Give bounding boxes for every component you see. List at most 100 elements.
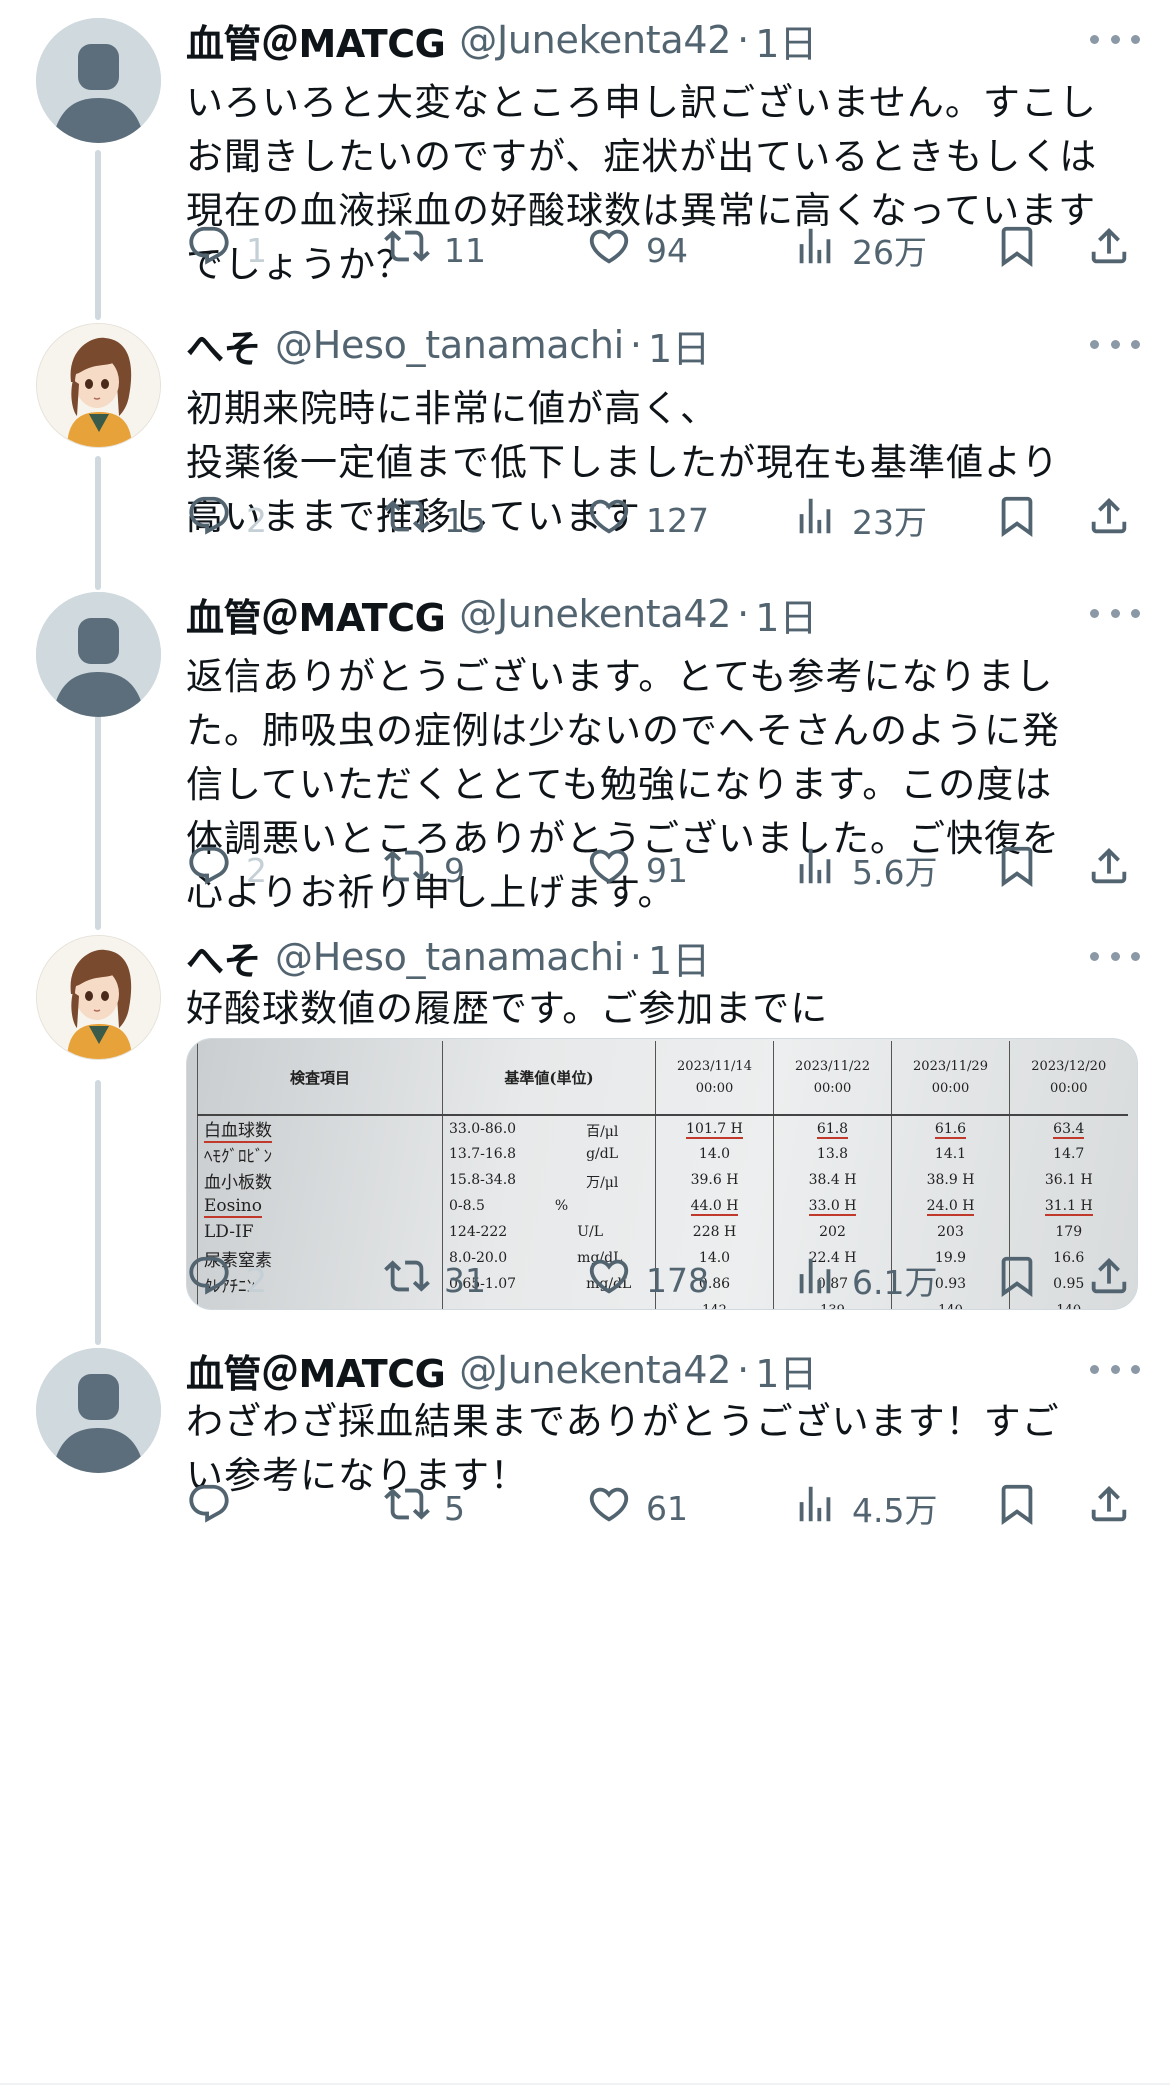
- timestamp[interactable]: 1日: [648, 318, 710, 373]
- retweet-button[interactable]: 15: [384, 490, 486, 550]
- user-handle[interactable]: @Junekenta42: [459, 18, 731, 62]
- share-button[interactable]: [1086, 1250, 1132, 1310]
- table-cell: 15.8-34.8 万/μl: [442, 1167, 656, 1193]
- like-button[interactable]: 178: [586, 1250, 709, 1310]
- table-cell: 63.4: [1009, 1115, 1128, 1141]
- retweet-count: 31: [444, 1260, 486, 1300]
- display-name[interactable]: へそ: [186, 930, 262, 985]
- retweet-button[interactable]: 9: [384, 840, 465, 900]
- views-button[interactable]: 4.5万: [792, 1478, 937, 1538]
- share-button[interactable]: [1086, 490, 1132, 550]
- default-avatar-icon[interactable]: [36, 18, 161, 143]
- view-count: 5.6万: [852, 853, 938, 892]
- bookmark-button[interactable]: [994, 1478, 1040, 1538]
- like-count: 178: [646, 1260, 709, 1300]
- tweet-text: 好酸球数値の履歴です。ご参加までに: [186, 987, 829, 1030]
- share-icon: [1086, 843, 1132, 897]
- table-cell: 38.9 H: [891, 1167, 1010, 1193]
- table-cell: 33.0-86.0 百/μl: [442, 1115, 656, 1141]
- share-button[interactable]: [1086, 220, 1132, 280]
- bookmark-button[interactable]: [994, 220, 1040, 280]
- table-cell: ﾍﾓｸﾞﾛﾋﾞﾝ: [197, 1141, 443, 1167]
- more-options-icon[interactable]: [1090, 1354, 1140, 1384]
- retweet-count: 11: [444, 230, 486, 270]
- reply-button[interactable]: [186, 1478, 246, 1538]
- timestamp[interactable]: 1日: [755, 587, 817, 642]
- reply-button[interactable]: 1: [186, 220, 267, 280]
- table-cell: 36.1 H: [1009, 1167, 1128, 1193]
- timestamp[interactable]: 1日: [648, 930, 710, 985]
- user-handle[interactable]: @Heso_tanamachi: [275, 323, 624, 367]
- more-options-icon[interactable]: [1090, 24, 1140, 54]
- anime-girl-avatar[interactable]: [36, 323, 161, 448]
- heart-icon: [586, 843, 632, 897]
- table-cell: 14.7: [1009, 1141, 1128, 1167]
- timestamp[interactable]: 1日: [755, 1343, 817, 1398]
- table-cell: 44.0 H: [655, 1193, 774, 1219]
- heart-icon: [586, 1253, 632, 1307]
- tweet-header: 血管＠MATCG @Junekenta42 · 1日: [186, 14, 817, 66]
- bookmark-icon: [994, 223, 1040, 277]
- user-handle[interactable]: @Junekenta42: [459, 592, 731, 636]
- retweet-button[interactable]: 5: [384, 1478, 465, 1538]
- like-count: 94: [646, 230, 688, 270]
- share-icon: [1086, 1481, 1132, 1535]
- bookmark-button[interactable]: [994, 490, 1040, 550]
- bookmark-icon: [994, 843, 1040, 897]
- bookmark-button[interactable]: [994, 840, 1040, 900]
- default-avatar-icon[interactable]: [36, 592, 161, 717]
- share-icon: [1086, 493, 1132, 547]
- like-button[interactable]: 127: [586, 490, 709, 550]
- table-cell: 14.0: [655, 1141, 774, 1167]
- reply-count: 1: [246, 230, 267, 270]
- thread-connector-line: [95, 1080, 101, 1345]
- user-handle[interactable]: @Heso_tanamachi: [275, 935, 624, 979]
- display-name[interactable]: へそ: [186, 318, 262, 373]
- share-button[interactable]: [1086, 1478, 1132, 1538]
- display-name[interactable]: 血管＠MATCG: [186, 587, 446, 642]
- reply-button[interactable]: 2: [186, 490, 267, 550]
- bookmark-icon: [994, 1253, 1040, 1307]
- user-handle[interactable]: @Junekenta42: [459, 1348, 731, 1392]
- bookmark-icon: [994, 1481, 1040, 1535]
- anime-girl-avatar[interactable]: [36, 935, 161, 1060]
- bar-chart-icon: [792, 223, 838, 277]
- more-options-icon[interactable]: [1090, 941, 1140, 971]
- table-row: 血小板数 15.8-34.8 万/μl 39.6 H 38.4 H 38.9 H 36.1 …: [197, 1167, 1128, 1193]
- view-count: 23万: [852, 503, 927, 542]
- reply-icon: [186, 843, 232, 897]
- more-options-icon[interactable]: [1090, 329, 1140, 359]
- retweet-button[interactable]: 11: [384, 220, 486, 280]
- view-count: 4.5万: [852, 1491, 938, 1530]
- tweet-header: へそ @Heso_tanamachi · 1日: [186, 931, 710, 983]
- reply-button[interactable]: 2: [186, 1250, 267, 1310]
- reply-button[interactable]: 2: [186, 840, 267, 900]
- like-count: 91: [646, 850, 688, 890]
- share-button[interactable]: [1086, 840, 1132, 900]
- views-button[interactable]: 23万: [792, 490, 927, 550]
- table-header: 2023/11/14 00:00: [655, 1041, 774, 1116]
- like-button[interactable]: 91: [586, 840, 688, 900]
- retweet-button[interactable]: 31: [384, 1250, 486, 1310]
- display-name[interactable]: 血管＠MATCG: [186, 13, 446, 68]
- table-cell: 203: [891, 1219, 1010, 1245]
- views-button[interactable]: 5.6万: [792, 840, 937, 900]
- table-cell: 61.6: [891, 1115, 1010, 1141]
- display-name[interactable]: 血管＠MATCG: [186, 1343, 446, 1398]
- bookmark-button[interactable]: [994, 1250, 1040, 1310]
- more-options-icon[interactable]: [1090, 598, 1140, 628]
- table-row: ﾍﾓｸﾞﾛﾋﾞﾝ 13.7-16.8 g/dL 14.0 13.8 14.1 14.7: [197, 1141, 1128, 1167]
- bar-chart-icon: [792, 1481, 838, 1535]
- views-button[interactable]: 26万: [792, 220, 927, 280]
- view-count: 26万: [852, 233, 927, 272]
- views-button[interactable]: 6.1万: [792, 1250, 937, 1310]
- thread-connector-line: [95, 700, 101, 930]
- like-button[interactable]: 94: [586, 220, 688, 280]
- default-avatar-icon[interactable]: [36, 1348, 161, 1473]
- separator-dot: ·: [737, 18, 750, 62]
- tweet-header: へそ @Heso_tanamachi · 1日: [186, 319, 710, 371]
- timestamp[interactable]: 1日: [755, 13, 817, 68]
- heart-icon: [586, 1481, 632, 1535]
- like-button[interactable]: 61: [586, 1478, 688, 1538]
- table-cell: 39.6 H: [655, 1167, 774, 1193]
